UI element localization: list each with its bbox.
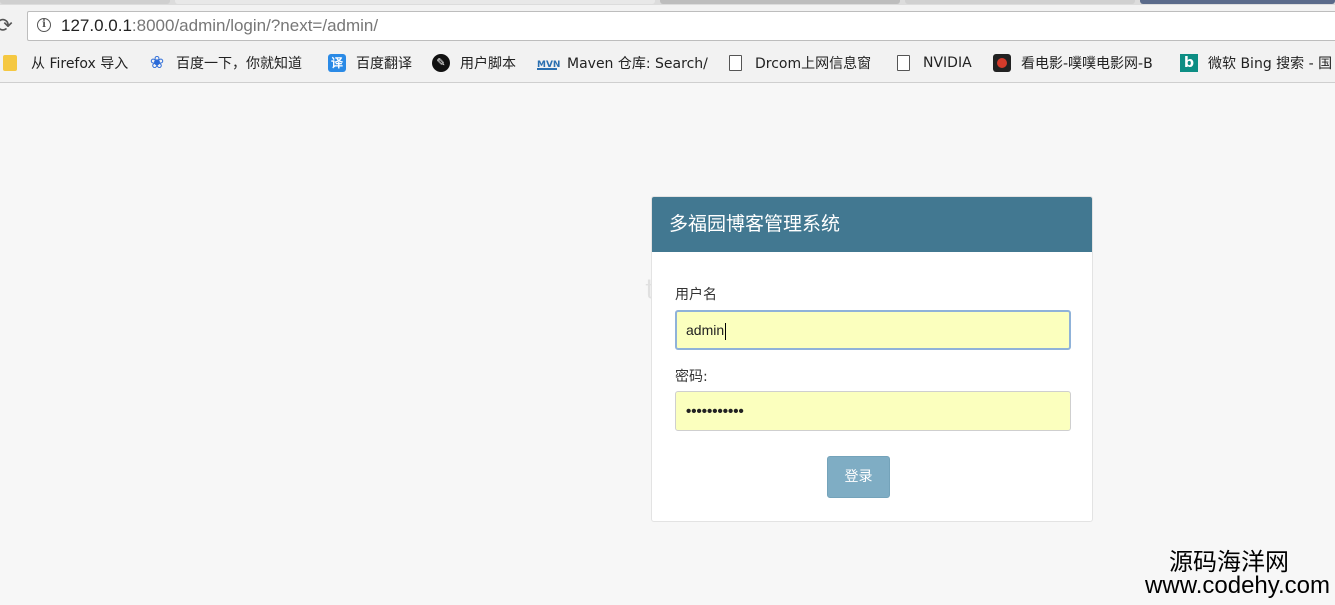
translate-icon: 译 (328, 54, 346, 72)
login-card-header: 多福园博客管理系统 (652, 197, 1092, 252)
url-path: :8000/admin/login/?next=/admin/ (131, 16, 379, 35)
bookmark-label: 百度一下，你就知道 (176, 56, 302, 72)
browser-chrome: ⟳ i 127.0.0.1:8000/admin/login/?next=/ad… (0, 0, 1335, 83)
browser-tab[interactable] (1140, 0, 1335, 4)
browser-tab[interactable] (660, 0, 900, 4)
url-host: 127.0.0.1 (61, 16, 132, 35)
password-label: 密码: (675, 369, 708, 385)
page-icon (897, 55, 910, 71)
bookmark-bing[interactable]: b 微软 Bing 搜索 - 国 (1180, 53, 1335, 73)
bing-icon: b (1180, 54, 1198, 72)
video-icon (993, 54, 1011, 72)
bookmark-maven[interactable]: MVN Maven 仓库: Search/ (537, 53, 712, 73)
browser-tab[interactable] (0, 0, 170, 4)
page-icon (729, 55, 742, 71)
toolbar: ⟳ i 127.0.0.1:8000/admin/login/?next=/ad… (0, 5, 1335, 45)
browser-tab[interactable] (905, 0, 1135, 4)
bookmark-label: 看电影-噗噗电影网-B (1021, 56, 1153, 72)
bookmark-label: Drcom上网信息窗 (755, 56, 872, 72)
bookmark-movie[interactable]: 看电影-噗噗电影网-B (993, 53, 1165, 73)
baidu-paw-icon: ❀ (149, 53, 165, 73)
bookmark-firefox-import[interactable]: 从 Firefox 导入 (3, 53, 138, 73)
login-title: 多福园博客管理系统 (669, 213, 841, 235)
bookmarks-bar: 从 Firefox 导入 ❀ 百度一下，你就知道 译 百度翻译 ✎ 用户脚本 M… (0, 45, 1335, 82)
username-value: admin (686, 322, 725, 338)
reload-icon[interactable]: ⟳ (0, 13, 16, 37)
bookmark-baidu-translate[interactable]: 译 百度翻译 (328, 53, 423, 73)
login-card: 多福园博客管理系统 用户名 admin 密码: ••••••••••• 登录 (651, 196, 1093, 522)
mvn-icon: MVN (537, 56, 560, 70)
username-input[interactable]: admin (675, 310, 1071, 350)
address-bar[interactable]: i 127.0.0.1:8000/admin/login/?next=/admi… (27, 11, 1335, 41)
bookmark-drcom[interactable]: Drcom上网信息窗 (727, 53, 887, 73)
login-button[interactable]: 登录 (827, 456, 890, 498)
bookmark-label: 微软 Bing 搜索 - 国 (1208, 56, 1333, 72)
bookmark-label: 百度翻译 (356, 56, 412, 72)
browser-tab[interactable] (175, 0, 655, 4)
bookmark-label: Maven 仓库: Search/ (567, 56, 708, 72)
bookmark-label: NVIDIA (923, 55, 972, 71)
site-url-watermark: www.codehy.com (1145, 572, 1330, 599)
bookmark-label: 用户脚本 (460, 56, 516, 72)
text-caret (725, 322, 727, 340)
password-value: ••••••••••• (686, 403, 744, 420)
bookmark-baidu[interactable]: ❀ 百度一下，你就知道 (148, 53, 318, 73)
username-label: 用户名 (675, 287, 717, 303)
url-text[interactable]: 127.0.0.1:8000/admin/login/?next=/admin/ (61, 15, 378, 37)
bookmark-label: 从 Firefox 导入 (31, 56, 129, 72)
info-icon[interactable]: i (37, 18, 51, 32)
password-input[interactable]: ••••••••••• (675, 391, 1071, 431)
folder-icon (3, 55, 17, 71)
bookmark-userscript[interactable]: ✎ 用户脚本 (432, 53, 528, 73)
userscript-icon: ✎ (432, 54, 450, 72)
bookmark-nvidia[interactable]: NVIDIA (895, 53, 985, 73)
